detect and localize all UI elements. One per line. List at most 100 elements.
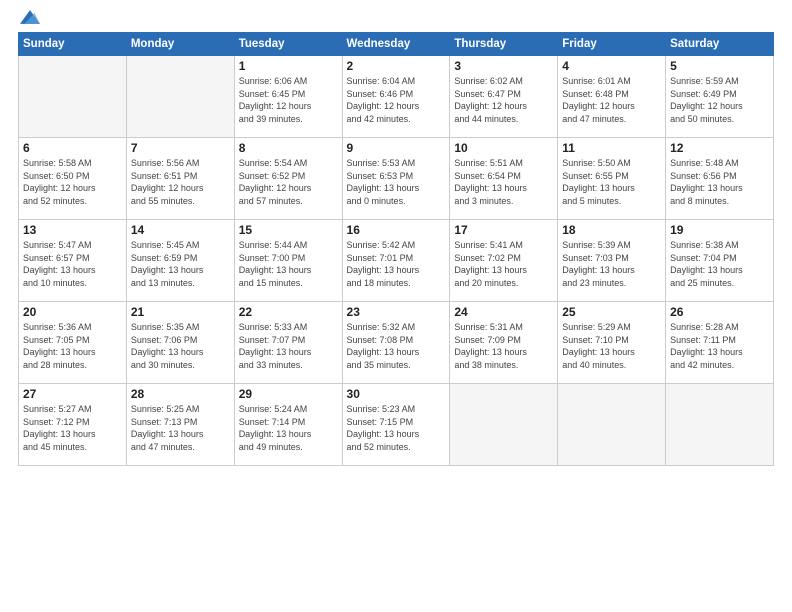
day-number: 7 — [131, 141, 230, 155]
calendar-week-row: 27 Sunrise: 5:27 AM Sunset: 7:12 PM Dayli… — [19, 384, 774, 466]
day-detail: Sunrise: 5:58 AM Sunset: 6:50 PM Dayligh… — [23, 157, 122, 207]
calendar-cell: 30 Sunrise: 5:23 AM Sunset: 7:15 PM Dayli… — [342, 384, 450, 466]
col-header-saturday: Saturday — [666, 33, 774, 56]
header — [18, 10, 774, 24]
calendar-cell: 16 Sunrise: 5:42 AM Sunset: 7:01 PM Dayli… — [342, 220, 450, 302]
calendar-cell: 1 Sunrise: 6:06 AM Sunset: 6:45 PM Daylig… — [234, 56, 342, 138]
calendar-cell: 29 Sunrise: 5:24 AM Sunset: 7:14 PM Dayli… — [234, 384, 342, 466]
calendar-week-row: 20 Sunrise: 5:36 AM Sunset: 7:05 PM Dayli… — [19, 302, 774, 384]
day-number: 4 — [562, 59, 661, 73]
calendar-cell: 22Sunrise: 5:33 AM Sunset: 7:07 PM Dayli… — [234, 302, 342, 384]
calendar-cell: 3 Sunrise: 6:02 AM Sunset: 6:47 PM Daylig… — [450, 56, 558, 138]
calendar-cell: 2Sunrise: 6:04 AM Sunset: 6:46 PM Daylig… — [342, 56, 450, 138]
calendar-cell: 28 Sunrise: 5:25 AM Sunset: 7:13 PM Dayli… — [126, 384, 234, 466]
day-detail: Sunrise: 5:27 AM Sunset: 7:12 PM Dayligh… — [23, 403, 122, 453]
day-detail: Sunrise: 5:48 AM Sunset: 6:56 PM Dayligh… — [670, 157, 769, 207]
day-number: 9 — [347, 141, 446, 155]
day-detail: Sunrise: 5:50 AM Sunset: 6:55 PM Dayligh… — [562, 157, 661, 207]
calendar-cell: 20 Sunrise: 5:36 AM Sunset: 7:05 PM Dayli… — [19, 302, 127, 384]
day-number: 12 — [670, 141, 769, 155]
calendar-cell: 23 Sunrise: 5:32 AM Sunset: 7:08 PM Dayli… — [342, 302, 450, 384]
calendar-cell: 17 Sunrise: 5:41 AM Sunset: 7:02 PM Dayli… — [450, 220, 558, 302]
day-detail: Sunrise: 5:29 AM Sunset: 7:10 PM Dayligh… — [562, 321, 661, 371]
day-number: 15 — [239, 223, 338, 237]
day-detail: Sunrise: 5:41 AM Sunset: 7:02 PM Dayligh… — [454, 239, 553, 289]
day-number: 27 — [23, 387, 122, 401]
day-detail: Sunrise: 6:01 AM Sunset: 6:48 PM Dayligh… — [562, 75, 661, 125]
page: SundayMondayTuesdayWednesdayThursdayFrid… — [0, 0, 792, 612]
day-number: 23 — [347, 305, 446, 319]
day-number: 13 — [23, 223, 122, 237]
day-detail: Sunrise: 5:23 AM Sunset: 7:15 PM Dayligh… — [347, 403, 446, 453]
calendar-cell — [19, 56, 127, 138]
day-detail: Sunrise: 5:31 AM Sunset: 7:09 PM Dayligh… — [454, 321, 553, 371]
day-detail: Sunrise: 5:56 AM Sunset: 6:51 PM Dayligh… — [131, 157, 230, 207]
calendar-cell: 18 Sunrise: 5:39 AM Sunset: 7:03 PM Dayli… — [558, 220, 666, 302]
day-number: 18 — [562, 223, 661, 237]
calendar-cell: 19Sunrise: 5:38 AM Sunset: 7:04 PM Dayli… — [666, 220, 774, 302]
col-header-sunday: Sunday — [19, 33, 127, 56]
col-header-wednesday: Wednesday — [342, 33, 450, 56]
calendar-cell: 24 Sunrise: 5:31 AM Sunset: 7:09 PM Dayli… — [450, 302, 558, 384]
day-number: 3 — [454, 59, 553, 73]
calendar-header-row: SundayMondayTuesdayWednesdayThursdayFrid… — [19, 33, 774, 56]
calendar-cell: 25 Sunrise: 5:29 AM Sunset: 7:10 PM Dayli… — [558, 302, 666, 384]
calendar-cell — [558, 384, 666, 466]
day-number: 10 — [454, 141, 553, 155]
logo-icon — [20, 10, 40, 24]
day-number: 2 — [347, 59, 446, 73]
day-detail: Sunrise: 5:53 AM Sunset: 6:53 PM Dayligh… — [347, 157, 446, 207]
logo — [18, 10, 40, 24]
day-number: 28 — [131, 387, 230, 401]
calendar-cell: 12 Sunrise: 5:48 AM Sunset: 6:56 PM Dayli… — [666, 138, 774, 220]
day-number: 20 — [23, 305, 122, 319]
day-detail: Sunrise: 5:32 AM Sunset: 7:08 PM Dayligh… — [347, 321, 446, 371]
day-detail: Sunrise: 5:47 AM Sunset: 6:57 PM Dayligh… — [23, 239, 122, 289]
day-number: 19 — [670, 223, 769, 237]
day-number: 1 — [239, 59, 338, 73]
calendar-cell: 13 Sunrise: 5:47 AM Sunset: 6:57 PM Dayli… — [19, 220, 127, 302]
col-header-monday: Monday — [126, 33, 234, 56]
day-number: 17 — [454, 223, 553, 237]
calendar-cell: 5 Sunrise: 5:59 AM Sunset: 6:49 PM Daylig… — [666, 56, 774, 138]
day-number: 16 — [347, 223, 446, 237]
day-number: 21 — [131, 305, 230, 319]
day-detail: Sunrise: 6:06 AM Sunset: 6:45 PM Dayligh… — [239, 75, 338, 125]
day-number: 24 — [454, 305, 553, 319]
calendar-cell: 4 Sunrise: 6:01 AM Sunset: 6:48 PM Daylig… — [558, 56, 666, 138]
day-detail: Sunrise: 5:59 AM Sunset: 6:49 PM Dayligh… — [670, 75, 769, 125]
calendar-cell: 6Sunrise: 5:58 AM Sunset: 6:50 PM Daylig… — [19, 138, 127, 220]
calendar-cell: 7 Sunrise: 5:56 AM Sunset: 6:51 PM Daylig… — [126, 138, 234, 220]
day-detail: Sunrise: 5:33 AM Sunset: 7:07 PM Dayligh… — [239, 321, 338, 371]
day-number: 5 — [670, 59, 769, 73]
calendar-cell: 10Sunrise: 5:51 AM Sunset: 6:54 PM Dayli… — [450, 138, 558, 220]
day-number: 30 — [347, 387, 446, 401]
calendar-cell: 11Sunrise: 5:50 AM Sunset: 6:55 PM Dayli… — [558, 138, 666, 220]
day-detail: Sunrise: 5:45 AM Sunset: 6:59 PM Dayligh… — [131, 239, 230, 289]
day-number: 29 — [239, 387, 338, 401]
calendar-week-row: 13 Sunrise: 5:47 AM Sunset: 6:57 PM Dayli… — [19, 220, 774, 302]
day-detail: Sunrise: 5:24 AM Sunset: 7:14 PM Dayligh… — [239, 403, 338, 453]
col-header-thursday: Thursday — [450, 33, 558, 56]
day-number: 14 — [131, 223, 230, 237]
day-detail: Sunrise: 5:28 AM Sunset: 7:11 PM Dayligh… — [670, 321, 769, 371]
calendar-cell — [450, 384, 558, 466]
calendar-table: SundayMondayTuesdayWednesdayThursdayFrid… — [18, 32, 774, 466]
day-detail: Sunrise: 5:39 AM Sunset: 7:03 PM Dayligh… — [562, 239, 661, 289]
day-detail: Sunrise: 5:36 AM Sunset: 7:05 PM Dayligh… — [23, 321, 122, 371]
day-number: 26 — [670, 305, 769, 319]
calendar-cell: 27 Sunrise: 5:27 AM Sunset: 7:12 PM Dayli… — [19, 384, 127, 466]
day-number: 8 — [239, 141, 338, 155]
day-detail: Sunrise: 5:35 AM Sunset: 7:06 PM Dayligh… — [131, 321, 230, 371]
calendar-cell: 26 Sunrise: 5:28 AM Sunset: 7:11 PM Dayli… — [666, 302, 774, 384]
day-detail: Sunrise: 6:02 AM Sunset: 6:47 PM Dayligh… — [454, 75, 553, 125]
calendar-cell — [126, 56, 234, 138]
day-detail: Sunrise: 5:54 AM Sunset: 6:52 PM Dayligh… — [239, 157, 338, 207]
day-detail: Sunrise: 5:42 AM Sunset: 7:01 PM Dayligh… — [347, 239, 446, 289]
col-header-tuesday: Tuesday — [234, 33, 342, 56]
calendar-cell — [666, 384, 774, 466]
day-detail: Sunrise: 5:25 AM Sunset: 7:13 PM Dayligh… — [131, 403, 230, 453]
calendar-cell: 15 Sunrise: 5:44 AM Sunset: 7:00 PM Dayli… — [234, 220, 342, 302]
day-detail: Sunrise: 5:44 AM Sunset: 7:00 PM Dayligh… — [239, 239, 338, 289]
day-number: 25 — [562, 305, 661, 319]
